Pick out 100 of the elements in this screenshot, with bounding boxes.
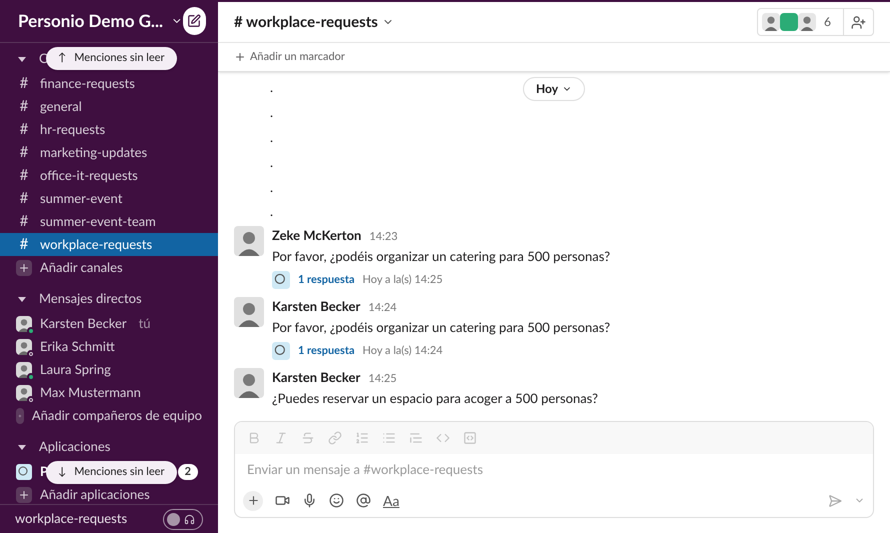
section-title[interactable]: Mensajes directos bbox=[39, 289, 142, 309]
avatar-icon bbox=[798, 13, 816, 31]
channel-item[interactable]: # summer-event bbox=[0, 187, 218, 210]
attach-button[interactable] bbox=[243, 490, 263, 510]
date-divider-pill[interactable]: Hoy bbox=[522, 77, 586, 101]
members-button[interactable]: 6 bbox=[757, 8, 844, 36]
message-text: . bbox=[270, 178, 274, 197]
channel-name: summer-event-team bbox=[40, 212, 156, 231]
unread-mentions-toast[interactable]: ↑ Menciones sin leer bbox=[46, 47, 177, 70]
channel-item[interactable]: # marketing-updates bbox=[0, 141, 218, 164]
add-label: Añadir compañeros de equipo bbox=[32, 406, 202, 425]
channel-name: office-it-requests bbox=[40, 166, 138, 185]
member-count: 6 bbox=[823, 13, 832, 31]
pill-label: Menciones sin leer bbox=[74, 464, 164, 480]
hash-icon: # bbox=[16, 72, 32, 95]
add-item[interactable]: Añadir aplicaciones bbox=[0, 483, 218, 504]
author-name[interactable]: Zeke McKerton bbox=[272, 226, 362, 244]
direct-message-item[interactable]: Karsten Becker tú bbox=[0, 312, 218, 335]
hash-icon: # bbox=[16, 210, 32, 233]
message-input[interactable]: Enviar un mensaje a #workplace-requests bbox=[235, 454, 873, 484]
compose-button[interactable] bbox=[182, 7, 206, 35]
plus-icon bbox=[16, 260, 32, 276]
message-text: . bbox=[270, 202, 274, 222]
add-item[interactable]: Añadir canales bbox=[0, 256, 218, 279]
reply-time: Hoy a la(s) 14:25 bbox=[362, 272, 443, 288]
direct-message-item[interactable]: Erika Schmitt bbox=[0, 335, 218, 358]
channel-name: marketing-updates bbox=[40, 142, 148, 162]
avatar-icon bbox=[234, 296, 264, 327]
channel-name: finance-requests bbox=[40, 74, 135, 93]
person-name: Laura Spring bbox=[40, 360, 111, 379]
hash-icon: # bbox=[16, 164, 32, 187]
channel-item[interactable]: # office-it-requests bbox=[0, 164, 218, 187]
channel-name: general bbox=[40, 96, 82, 116]
arrow-icon: ↓ bbox=[58, 464, 66, 481]
caret-icon[interactable] bbox=[17, 54, 27, 64]
avatar-icon bbox=[16, 384, 32, 400]
message-text: . bbox=[270, 103, 274, 122]
replies-link[interactable]: 1 respuesta bbox=[298, 272, 355, 288]
caret-icon[interactable] bbox=[17, 442, 27, 452]
workspace-name[interactable]: Personio Demo G... bbox=[18, 8, 164, 34]
app-icon bbox=[272, 270, 290, 289]
plus-icon bbox=[16, 408, 24, 424]
reply-time: Hoy a la(s) 14:24 bbox=[362, 342, 443, 359]
channel-item[interactable]: # summer-event-team bbox=[0, 210, 218, 233]
huddle-toggle[interactable] bbox=[163, 508, 203, 530]
emoji-icon[interactable] bbox=[329, 493, 344, 508]
footer-channel: workplace-requests bbox=[15, 509, 128, 528]
avatar-icon bbox=[16, 362, 32, 378]
avatar-icon bbox=[16, 316, 32, 332]
add-person-icon bbox=[851, 14, 866, 30]
compose-icon bbox=[187, 14, 202, 28]
message-text: . bbox=[270, 152, 274, 172]
avatar-icon bbox=[16, 338, 32, 354]
channel-title[interactable]: # workplace-requests bbox=[234, 10, 378, 34]
pill-label: Menciones sin leer bbox=[74, 50, 164, 66]
message-time[interactable]: 14:24 bbox=[368, 298, 397, 317]
plus-icon bbox=[246, 494, 260, 507]
unread-mentions-toast[interactable]: ↓ Menciones sin leer bbox=[46, 461, 177, 484]
mention-icon[interactable] bbox=[356, 493, 371, 508]
author-name[interactable]: Karsten Becker bbox=[272, 368, 360, 386]
channel-item[interactable]: # workplace-requests bbox=[0, 233, 218, 256]
section-title[interactable]: Aplicaciones bbox=[39, 437, 110, 457]
add-member-button[interactable] bbox=[844, 8, 874, 36]
avatar-icon bbox=[234, 226, 264, 256]
add-bookmark-button[interactable]: Añadir un marcador bbox=[218, 43, 890, 72]
hash-icon: # bbox=[16, 187, 32, 210]
caret-icon[interactable] bbox=[17, 294, 27, 304]
message-text: ¿Puedes reservar un espacio para acoger a 500 personas? bbox=[272, 388, 598, 408]
video-icon[interactable] bbox=[275, 493, 290, 508]
channel-name: workplace-requests bbox=[40, 234, 152, 254]
channel-name: summer-event bbox=[40, 188, 122, 208]
replies-link[interactable]: 1 respuesta bbox=[298, 342, 355, 360]
message-text: . bbox=[270, 128, 274, 147]
message-time[interactable]: 14:23 bbox=[369, 228, 398, 246]
person-name: Max Mustermann bbox=[40, 382, 141, 402]
app-icon bbox=[272, 342, 290, 360]
message-composer[interactable]: Enviar un mensaje a #workplace-requests Aa bbox=[234, 421, 874, 518]
hash-icon: # bbox=[16, 95, 32, 118]
person-name: Erika Schmitt bbox=[40, 336, 115, 356]
direct-message-item[interactable]: Max Mustermann bbox=[0, 381, 218, 404]
headphones-icon bbox=[184, 514, 195, 524]
hash-icon: # bbox=[16, 118, 32, 141]
add-item[interactable]: Añadir compañeros de equipo bbox=[0, 404, 218, 427]
hash-icon: # bbox=[16, 141, 32, 164]
message-text: Por favor, ¿podéis organizar un catering para 500 personas? bbox=[272, 246, 610, 266]
unread-count: 2 bbox=[178, 464, 198, 480]
avatar-icon bbox=[762, 13, 780, 31]
channel-item[interactable]: # finance-requests bbox=[0, 72, 218, 95]
author-name[interactable]: Karsten Becker bbox=[272, 296, 360, 315]
arrow-icon: ↑ bbox=[58, 50, 66, 67]
message-text: Por favor, ¿podéis organizar un catering para 500 personas? bbox=[272, 318, 610, 337]
microphone-icon[interactable] bbox=[302, 493, 317, 508]
channel-item[interactable]: # general bbox=[0, 95, 218, 118]
formatting-button[interactable]: Aa bbox=[383, 490, 400, 511]
avatar-icon bbox=[234, 368, 264, 398]
channel-item[interactable]: # hr-requests bbox=[0, 118, 218, 141]
avatar-icon bbox=[780, 13, 798, 31]
message-time[interactable]: 14:25 bbox=[368, 370, 397, 388]
direct-message-item[interactable]: Laura Spring bbox=[0, 358, 218, 381]
app-icon bbox=[16, 464, 32, 480]
